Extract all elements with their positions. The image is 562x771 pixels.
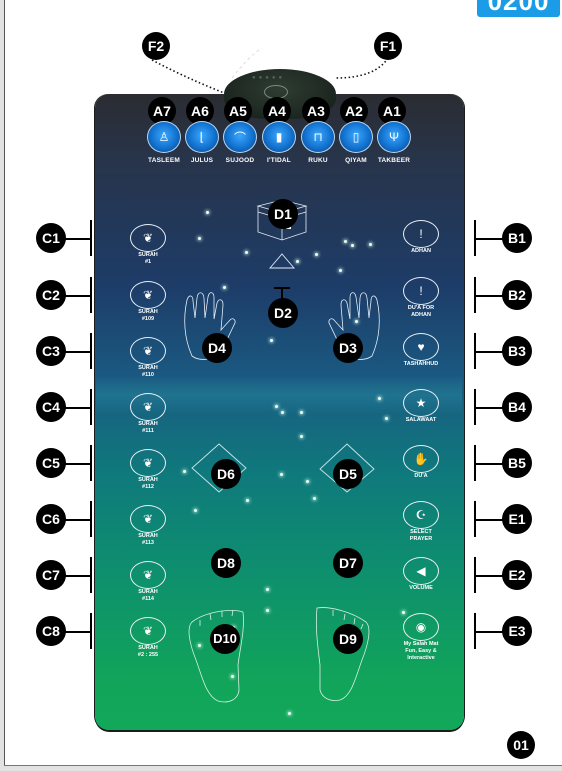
zone-right-hand[interactable]: D3 xyxy=(333,333,363,363)
zone-left-knee-diamond[interactable]: D6 xyxy=(211,459,241,489)
zone-left-foot[interactable]: D10 xyxy=(210,624,240,654)
zone-triangle[interactable]: D2 xyxy=(268,298,298,328)
zone-right-knee-diamond[interactable]: D5 xyxy=(333,459,363,489)
zone-right-foot[interactable]: D9 xyxy=(333,624,363,654)
body-placement-outlines xyxy=(184,199,380,703)
zone-left-hand[interactable]: D4 xyxy=(202,333,232,363)
triangle-outline xyxy=(269,253,295,269)
zone-left-toes[interactable]: D8 xyxy=(211,548,241,578)
zone-right-toes[interactable]: D7 xyxy=(333,548,363,578)
left-foot-outline xyxy=(188,610,244,703)
d2-marker xyxy=(274,287,290,298)
page-number-badge: 01 xyxy=(507,731,535,759)
right-foot-outline xyxy=(315,607,370,701)
zone-kaaba[interactable]: D1 xyxy=(268,199,298,229)
